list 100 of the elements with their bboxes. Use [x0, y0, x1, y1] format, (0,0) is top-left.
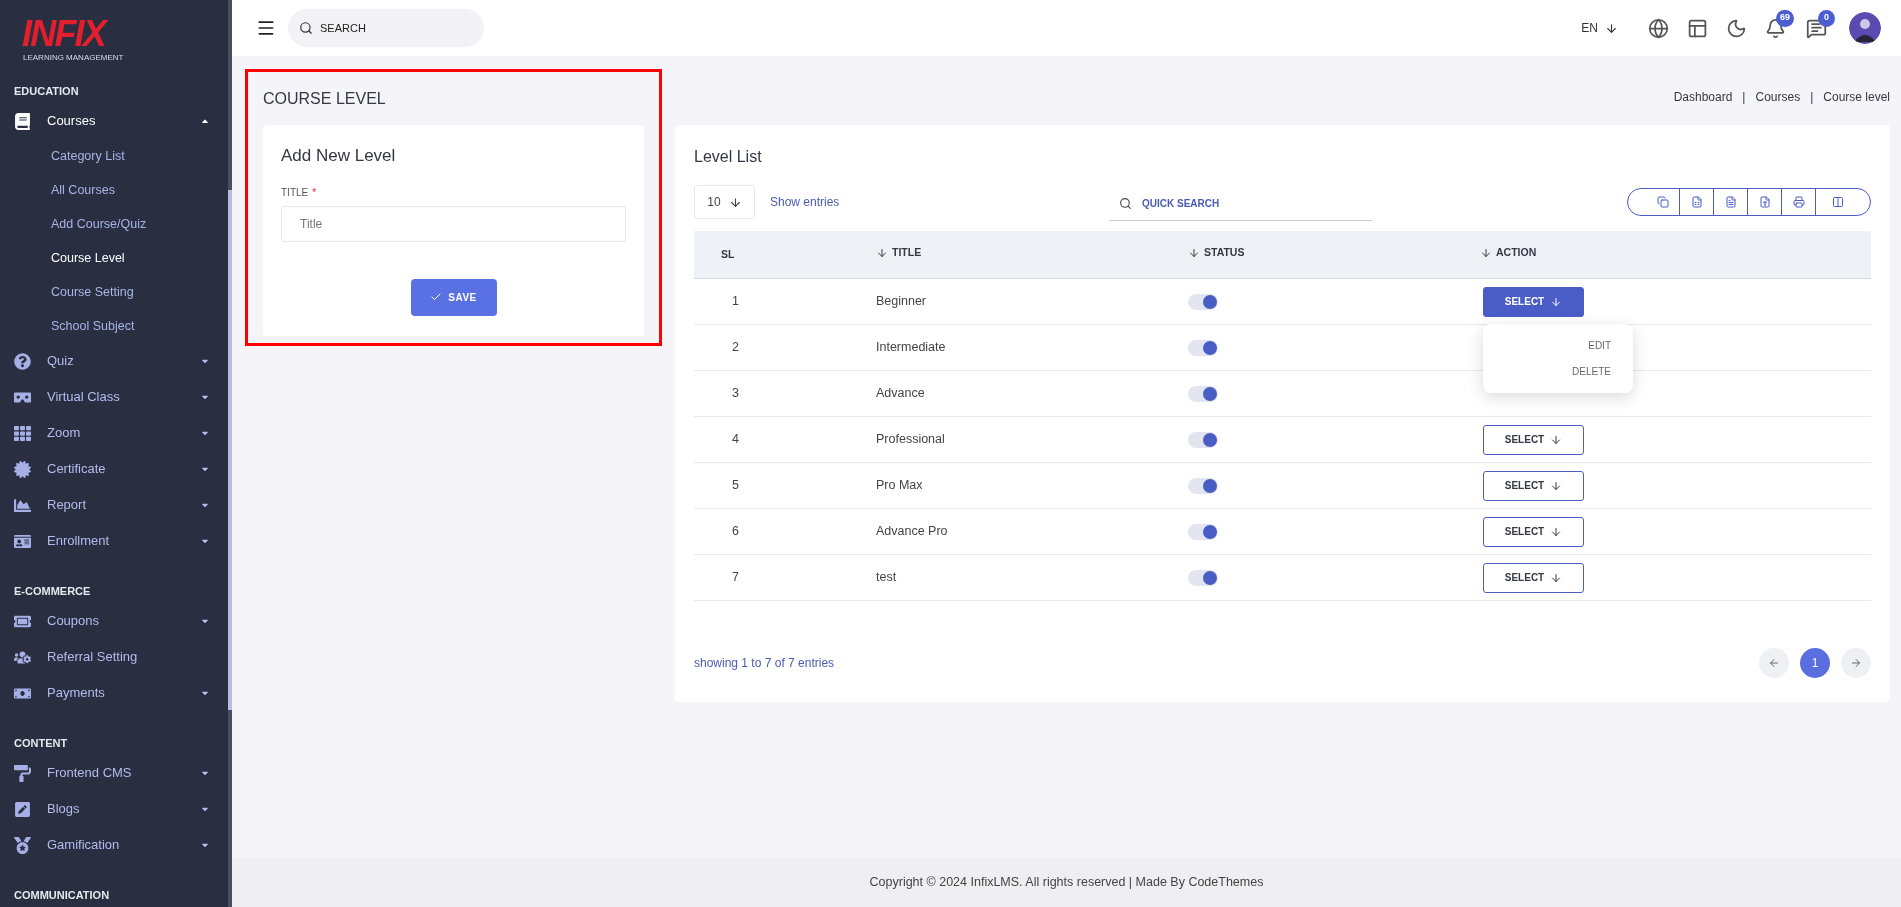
table-cell: Pro Max: [876, 478, 923, 493]
footer-text: Copyright © 2024 InfixLMS. All rights reserved | Made By CodeThemes: [869, 874, 1264, 892]
avatar[interactable]: [1849, 12, 1881, 44]
select-button[interactable]: SELECT: [1483, 562, 1584, 593]
nav-item[interactable]: Enrollment: [0, 523, 228, 559]
nav-subitem[interactable]: Category List: [0, 139, 133, 173]
select-button[interactable]: SELECT: [1483, 424, 1584, 455]
table-cell: Intermediate: [876, 340, 946, 355]
select-button[interactable]: SELECT: [1483, 286, 1584, 317]
section-heading: EDUCATION: [13, 83, 79, 99]
menu-icon[interactable]: [256, 18, 276, 38]
column-header[interactable]: ACTION: [1480, 245, 1537, 261]
table-cell: 1: [732, 294, 739, 309]
menu-item[interactable]: EDIT: [1588, 337, 1611, 353]
search-icon: [299, 21, 313, 35]
table-cell: 4: [732, 432, 739, 447]
copy-icon: [1656, 196, 1669, 208]
status-toggle[interactable]: [1188, 477, 1218, 494]
status-toggle[interactable]: [1188, 339, 1218, 356]
moon-icon[interactable]: [1726, 17, 1747, 39]
breadcrumb-separator: |: [1810, 89, 1814, 106]
sort-icon: [876, 247, 888, 260]
nav-item[interactable]: Gamification: [0, 827, 228, 863]
nav-subitem[interactable]: Course Setting: [0, 275, 142, 309]
book-icon: [14, 112, 31, 130]
table-cell: 2: [732, 340, 739, 355]
section-heading: COMMUNICATION: [13, 887, 110, 903]
nav-item[interactable]: Report: [0, 487, 228, 523]
nav-subitem[interactable]: All Courses: [0, 173, 123, 207]
page-size-select[interactable]: 10: [694, 185, 755, 219]
status-toggle[interactable]: [1188, 523, 1218, 540]
table-cell: Advance: [876, 386, 925, 401]
column-header[interactable]: STATUS: [1188, 245, 1245, 261]
question-icon: [14, 352, 31, 370]
breadcrumb-item[interactable]: Course level: [1823, 88, 1890, 106]
status-toggle[interactable]: [1188, 293, 1218, 310]
table-cell: Advance Pro: [876, 524, 948, 539]
arrow-down-icon: [1550, 571, 1563, 584]
nav-item[interactable]: Quiz: [0, 343, 228, 379]
language-select[interactable]: EN: [1581, 19, 1618, 37]
nav-item[interactable]: Zoom: [0, 415, 228, 451]
nav-subitem[interactable]: School Subject: [0, 309, 143, 343]
page-title: COURSE LEVEL: [263, 88, 386, 109]
message-count: 0: [1818, 9, 1835, 27]
status-toggle[interactable]: [1188, 569, 1218, 586]
globe-icon[interactable]: [1648, 17, 1669, 39]
status-toggle[interactable]: [1188, 385, 1218, 402]
search-icon: [1119, 197, 1132, 210]
nav-item[interactable]: Courses: [0, 103, 228, 139]
table-cell: 7: [732, 570, 739, 585]
title-input[interactable]: Title: [281, 205, 626, 242]
nav-item[interactable]: Blogs: [0, 791, 228, 827]
status-toggle[interactable]: [1188, 431, 1218, 448]
required-mark: *: [312, 185, 317, 200]
field-label: TITLE: [281, 185, 309, 200]
arrow-down-icon: [1605, 21, 1618, 35]
menu-item[interactable]: DELETE: [1572, 363, 1611, 379]
show-entries-label: Show entries: [770, 194, 840, 211]
print-icon: [1792, 196, 1805, 208]
nav-item[interactable]: Referral Setting: [0, 639, 228, 675]
nav-item[interactable]: Virtual Class: [0, 379, 228, 415]
nav-item[interactable]: Payments: [0, 675, 228, 711]
list-title: Level List: [694, 147, 762, 167]
area-chart-icon: [14, 496, 31, 514]
nav-subitem[interactable]: Add Course/Quiz: [0, 207, 155, 241]
arrow-down-icon: [1550, 433, 1563, 446]
column-header[interactable]: SL: [721, 246, 735, 263]
logo-tagline: LEARNING MANAGEMENT: [23, 52, 124, 64]
select-button[interactable]: SELECT: [1483, 470, 1584, 501]
nav-item[interactable]: Certificate: [0, 451, 228, 487]
id-card-icon: [14, 532, 31, 550]
scrollbar[interactable]: [228, 0, 232, 907]
notification-count: 69: [1776, 9, 1794, 27]
sort-icon: [1480, 247, 1492, 260]
section-heading: CONTENT: [13, 735, 68, 751]
page-button[interactable]: 1: [1800, 648, 1830, 678]
section-heading: E-COMMERCE: [13, 583, 91, 599]
nav-item[interactable]: Coupons: [0, 603, 228, 639]
medal-icon: [14, 836, 31, 854]
arrow-right-icon: [1850, 657, 1862, 669]
table-cell: 6: [732, 524, 739, 539]
entries-summary: showing 1 to 7 of 7 entries: [694, 655, 835, 672]
nav-item[interactable]: Frontend CMS: [0, 755, 228, 791]
search-field[interactable]: SEARCH: [288, 9, 484, 47]
column-header[interactable]: TITLE: [876, 245, 922, 261]
table-cell: Beginner: [876, 294, 927, 309]
table-cell: test: [876, 570, 897, 585]
table-cell: 3: [732, 386, 739, 401]
layout-icon[interactable]: [1687, 17, 1708, 39]
breadcrumb-item[interactable]: Courses: [1755, 88, 1801, 106]
seal-icon: [14, 460, 31, 478]
table-cell: 5: [732, 478, 739, 493]
nav-subitem[interactable]: Course Level: [0, 241, 133, 275]
breadcrumb-item[interactable]: Dashboard: [1673, 88, 1733, 106]
arrow-down-icon: [1550, 525, 1563, 538]
paint-roller-icon: [14, 764, 31, 782]
arrow-down-icon: [1550, 295, 1563, 308]
select-button[interactable]: SELECT: [1483, 516, 1584, 547]
save-button[interactable]: SAVE: [410, 278, 497, 316]
quick-search-field[interactable]: QUICK SEARCH: [1109, 187, 1372, 221]
